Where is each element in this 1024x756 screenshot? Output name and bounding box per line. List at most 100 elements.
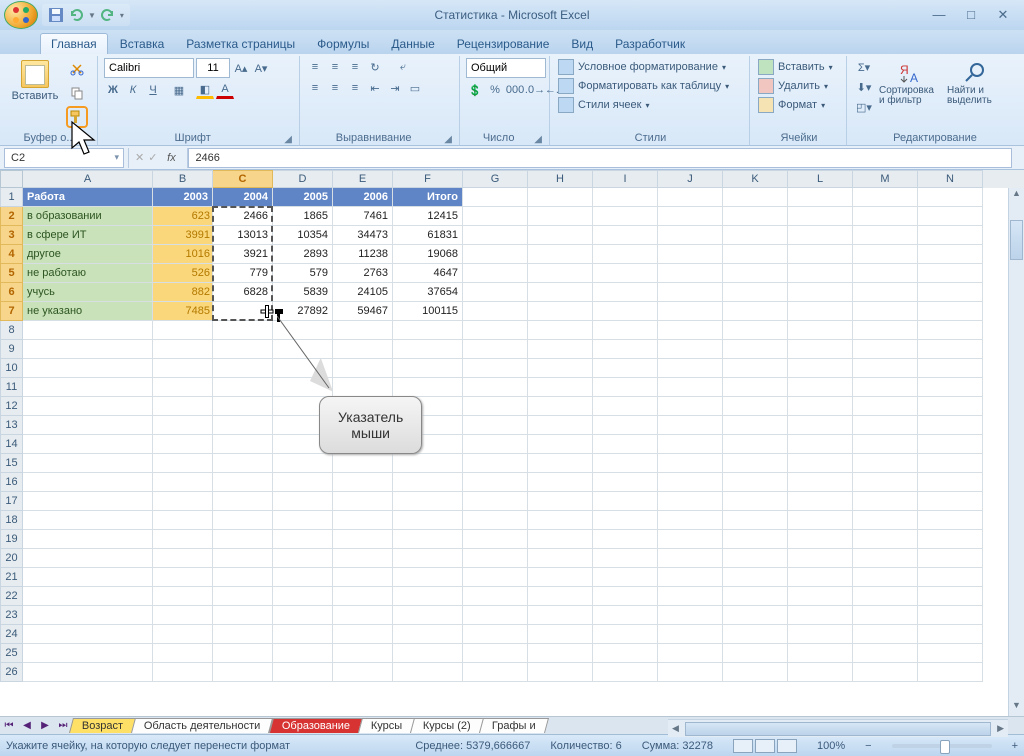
- cell[interactable]: [333, 340, 393, 359]
- cancel-formula-icon[interactable]: ✕: [135, 151, 144, 164]
- cell[interactable]: [593, 549, 658, 568]
- row-header-16[interactable]: 16: [0, 473, 23, 492]
- fill-color-button[interactable]: ◧: [196, 81, 214, 99]
- cell[interactable]: [213, 359, 273, 378]
- cell[interactable]: [593, 264, 658, 283]
- merge-button[interactable]: ▭: [406, 79, 424, 97]
- font-size-select[interactable]: [196, 58, 230, 78]
- align-bottom-icon[interactable]: ≡: [346, 58, 364, 76]
- cell[interactable]: [213, 416, 273, 435]
- cell[interactable]: [153, 644, 213, 663]
- currency-icon[interactable]: 💲: [466, 81, 484, 99]
- cell[interactable]: [723, 397, 788, 416]
- cell[interactable]: [153, 549, 213, 568]
- cell[interactable]: [273, 492, 333, 511]
- row-header-11[interactable]: 11: [0, 378, 23, 397]
- cell[interactable]: [23, 454, 153, 473]
- cell[interactable]: [528, 606, 593, 625]
- font-dialog-launcher[interactable]: ◢: [281, 134, 295, 145]
- column-header-B[interactable]: B: [153, 170, 213, 188]
- cell[interactable]: [658, 568, 723, 587]
- cell[interactable]: [333, 625, 393, 644]
- cell[interactable]: [23, 397, 153, 416]
- cell[interactable]: [213, 587, 273, 606]
- tab-home[interactable]: Главная: [40, 33, 108, 54]
- cell[interactable]: [853, 473, 918, 492]
- cell[interactable]: не указано: [23, 302, 153, 321]
- decrease-font-icon[interactable]: A▾: [252, 59, 270, 77]
- row-header-26[interactable]: 26: [0, 663, 23, 682]
- cell[interactable]: 100115: [393, 302, 463, 321]
- alignment-dialog-launcher[interactable]: ◢: [441, 134, 455, 145]
- cell[interactable]: [658, 606, 723, 625]
- view-normal-button[interactable]: [733, 739, 753, 753]
- cell[interactable]: [463, 226, 528, 245]
- cell-styles-button[interactable]: Стили ячеек▾: [556, 96, 652, 114]
- cell[interactable]: [463, 549, 528, 568]
- row-header-6[interactable]: 6: [0, 283, 23, 302]
- select-all-corner[interactable]: [0, 170, 23, 188]
- name-box[interactable]: C2: [4, 148, 124, 168]
- redo-icon[interactable]: [100, 7, 116, 23]
- cell[interactable]: [658, 416, 723, 435]
- cell[interactable]: [658, 435, 723, 454]
- cell[interactable]: [213, 625, 273, 644]
- row-header-25[interactable]: 25: [0, 644, 23, 663]
- conditional-formatting-button[interactable]: Условное форматирование▾: [556, 58, 728, 76]
- cell[interactable]: [723, 644, 788, 663]
- cell[interactable]: [853, 492, 918, 511]
- cell[interactable]: [333, 359, 393, 378]
- cell[interactable]: 7485: [153, 302, 213, 321]
- cell[interactable]: [918, 340, 983, 359]
- cell[interactable]: [528, 454, 593, 473]
- cell[interactable]: [918, 663, 983, 682]
- cell[interactable]: [333, 568, 393, 587]
- sort-filter-button[interactable]: ЯА Сортировка и фильтр: [877, 58, 943, 108]
- column-header-J[interactable]: J: [658, 170, 723, 188]
- cell[interactable]: [213, 454, 273, 473]
- cell[interactable]: [853, 663, 918, 682]
- cell[interactable]: [853, 530, 918, 549]
- cell[interactable]: [463, 511, 528, 530]
- cell[interactable]: [333, 511, 393, 530]
- cell[interactable]: [463, 302, 528, 321]
- cell[interactable]: [393, 492, 463, 511]
- cell[interactable]: [593, 226, 658, 245]
- cell[interactable]: [213, 549, 273, 568]
- cell[interactable]: [23, 644, 153, 663]
- cell[interactable]: [658, 283, 723, 302]
- cell[interactable]: [918, 530, 983, 549]
- cell[interactable]: [723, 416, 788, 435]
- cell[interactable]: [853, 245, 918, 264]
- cell[interactable]: [23, 321, 153, 340]
- cell[interactable]: [918, 625, 983, 644]
- cell[interactable]: [273, 625, 333, 644]
- cell[interactable]: [658, 207, 723, 226]
- cell[interactable]: [593, 188, 658, 207]
- column-header-H[interactable]: H: [528, 170, 593, 188]
- view-layout-button[interactable]: [755, 739, 775, 753]
- cell[interactable]: [658, 644, 723, 663]
- column-header-C[interactable]: C: [213, 170, 273, 188]
- cell[interactable]: [333, 492, 393, 511]
- view-pagebreak-button[interactable]: [777, 739, 797, 753]
- cell[interactable]: [788, 492, 853, 511]
- cell[interactable]: [393, 644, 463, 663]
- cell[interactable]: Работа: [23, 188, 153, 207]
- percent-icon[interactable]: %: [486, 81, 504, 99]
- cell[interactable]: [333, 549, 393, 568]
- cell[interactable]: [788, 511, 853, 530]
- column-header-F[interactable]: F: [393, 170, 463, 188]
- cell[interactable]: [528, 625, 593, 644]
- office-button[interactable]: [4, 1, 38, 29]
- cell[interactable]: [528, 283, 593, 302]
- cell[interactable]: [153, 416, 213, 435]
- cell[interactable]: [23, 587, 153, 606]
- cell[interactable]: [153, 587, 213, 606]
- cell[interactable]: [723, 587, 788, 606]
- cell[interactable]: [593, 492, 658, 511]
- cell[interactable]: учусь: [23, 283, 153, 302]
- cell[interactable]: [593, 644, 658, 663]
- cell[interactable]: [273, 663, 333, 682]
- cell[interactable]: [23, 473, 153, 492]
